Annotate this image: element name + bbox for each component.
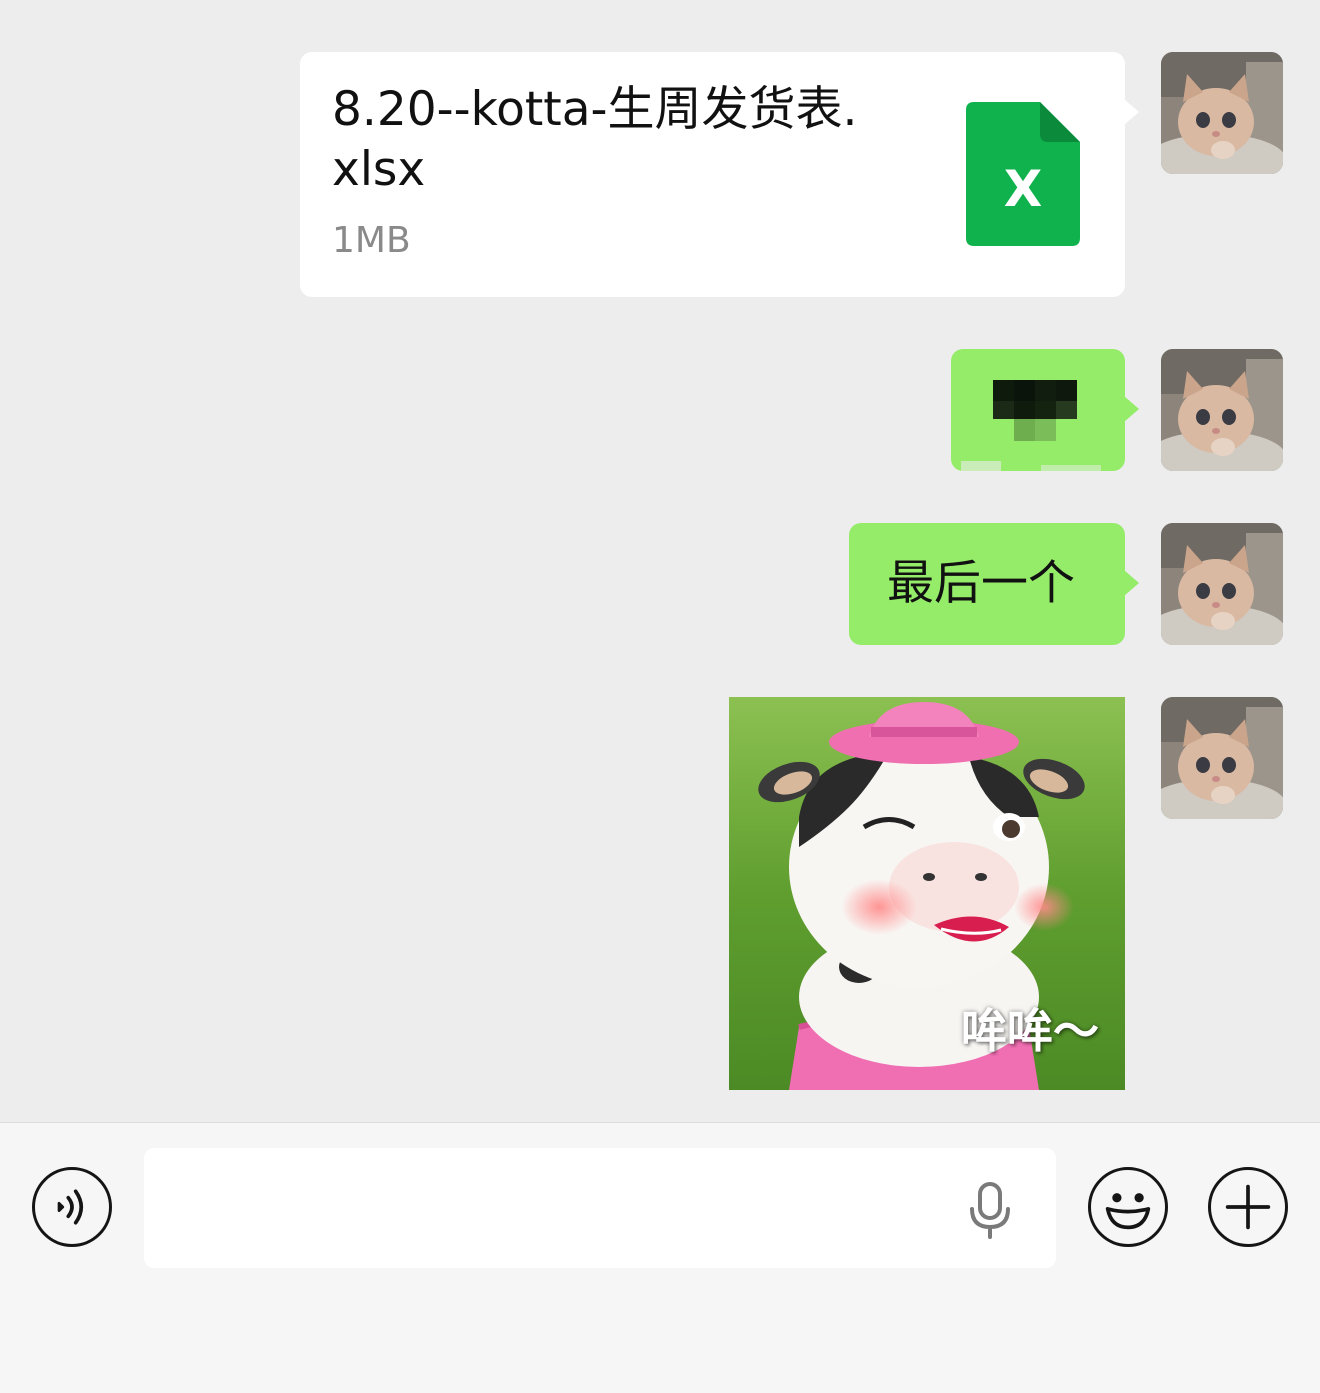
chat-area[interactable]: 8.20--kotta-生周发货表.xlsx 1MB X 最后一个 哞哞～ xyxy=(0,0,1320,1122)
text-message-bubble[interactable]: 最后一个 xyxy=(849,523,1139,645)
emoji-icon xyxy=(1105,1193,1151,1230)
avatar[interactable] xyxy=(1161,349,1283,471)
kitten-avatar-icon xyxy=(1161,349,1283,471)
pixelated-image-icon xyxy=(961,380,1101,471)
file-size: 1MB xyxy=(332,220,411,261)
excel-letter: X xyxy=(1004,160,1043,218)
emoji-button[interactable] xyxy=(1088,1167,1168,1247)
avatar[interactable] xyxy=(1161,52,1283,174)
avatar[interactable] xyxy=(1161,697,1283,819)
bubble-tail xyxy=(1124,570,1139,596)
file-message-bubble[interactable]: 8.20--kotta-生周发货表.xlsx 1MB X xyxy=(300,52,1139,297)
microphone-icon[interactable] xyxy=(964,1181,1016,1241)
bubble-tail xyxy=(1124,99,1139,125)
voice-toggle-icon xyxy=(57,1189,84,1225)
message-input[interactable] xyxy=(144,1148,1056,1268)
pixelated-message-bubble[interactable] xyxy=(951,349,1139,471)
voice-toggle-button[interactable] xyxy=(32,1167,112,1247)
plus-icon xyxy=(1225,1184,1271,1230)
plus-button[interactable] xyxy=(1208,1167,1288,1247)
sticker-caption: 哞哞～ xyxy=(961,1004,1099,1058)
kitten-avatar-icon xyxy=(1161,523,1283,645)
message-text: 最后一个 xyxy=(887,556,1075,611)
bubble-tail xyxy=(1124,396,1139,422)
kitten-avatar-icon xyxy=(1161,697,1283,819)
file-name: 8.20--kotta-生周发货表.xlsx xyxy=(332,82,858,197)
input-bar xyxy=(0,1122,1320,1393)
sticker-message[interactable]: 哞哞～ xyxy=(729,697,1125,1090)
excel-file-icon: X xyxy=(966,102,1080,246)
kitten-avatar-icon xyxy=(1161,52,1283,174)
avatar[interactable] xyxy=(1161,523,1283,645)
